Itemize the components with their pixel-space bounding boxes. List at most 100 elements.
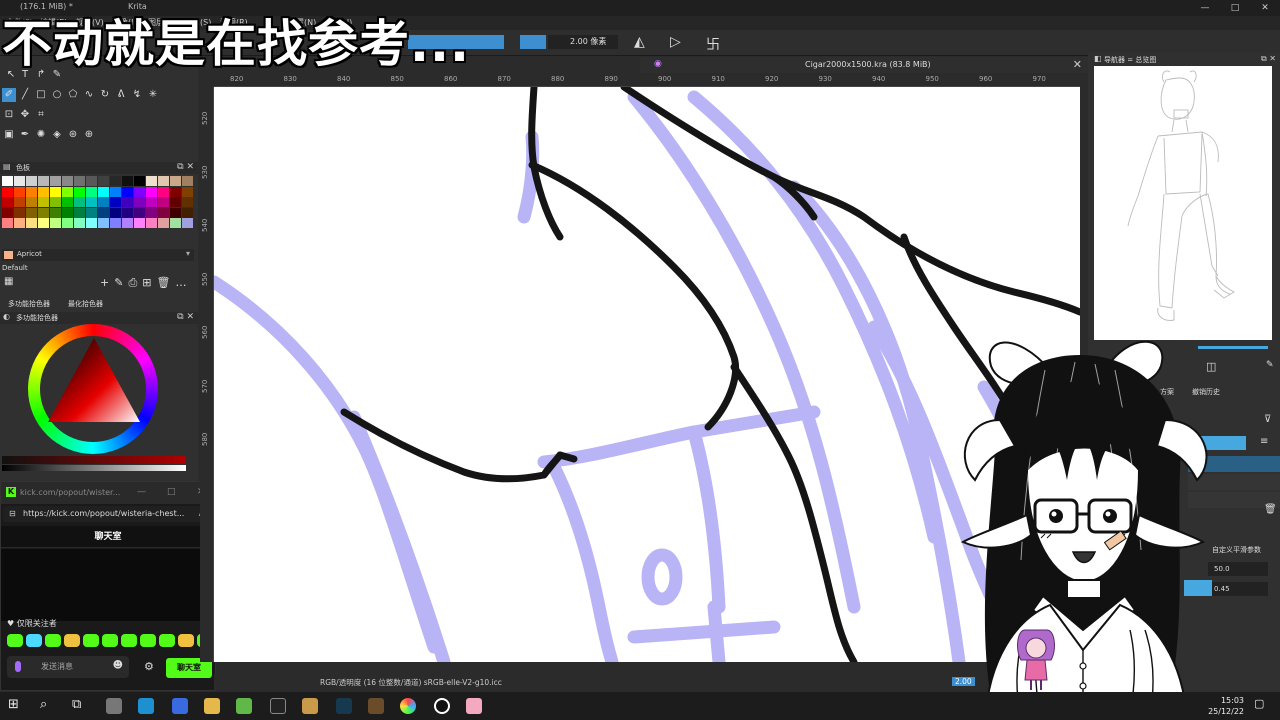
palette-swatch[interactable]	[98, 197, 109, 207]
address-url[interactable]: https://kick.com/popout/wisteria-chest..…	[23, 509, 184, 518]
menu-icon[interactable]: ≡	[1260, 436, 1268, 447]
palette-swatch[interactable]	[50, 197, 61, 207]
krita-app-icon[interactable]	[466, 698, 482, 714]
palette-swatch[interactable]	[110, 218, 121, 228]
palette-swatch[interactable]	[50, 218, 61, 228]
palette-grid-icon[interactable]: ▦	[4, 276, 13, 287]
palette-swatch[interactable]	[158, 218, 169, 228]
palette-swatch[interactable]	[62, 197, 73, 207]
file-explorer-icon[interactable]	[204, 698, 220, 714]
palette-swatch[interactable]	[170, 207, 181, 218]
obs-icon[interactable]	[434, 698, 450, 714]
crop-tool-icon[interactable]: ⌗	[34, 108, 48, 122]
delete-icon[interactable]: 🗑	[156, 276, 170, 290]
color-wheel[interactable]	[28, 324, 158, 454]
palette-swatch[interactable]	[14, 207, 25, 218]
grid-icon[interactable]: ⊞	[142, 276, 151, 290]
line-tool-icon[interactable]: ╱	[18, 88, 32, 102]
palette-swatch[interactable]	[86, 176, 97, 186]
selector-close-icon[interactable]: ⧉ ✕	[177, 312, 194, 322]
palette-swatch[interactable]	[74, 218, 85, 228]
palette-swatch[interactable]	[74, 176, 85, 186]
assistant-tool-icon[interactable]: ⊕	[82, 128, 96, 142]
save-icon[interactable]: ⎙	[128, 276, 137, 290]
brush-tool-icon[interactable]: ✐	[2, 88, 16, 102]
palette-swatch[interactable]	[14, 186, 25, 197]
palette-swatch[interactable]	[98, 207, 109, 218]
emote-icon[interactable]	[140, 634, 156, 647]
emote-icon[interactable]	[121, 634, 137, 647]
photoshop-icon[interactable]	[336, 698, 352, 714]
palette-swatch[interactable]	[50, 176, 61, 186]
palette-swatch[interactable]	[26, 197, 37, 207]
mirror-vertical-icon[interactable]: ▷	[670, 34, 681, 50]
enclose-fill-icon[interactable]: ⊛	[66, 128, 80, 142]
palette-swatch[interactable]	[170, 197, 181, 207]
palette-swatch[interactable]	[2, 176, 13, 186]
polygon-tool-icon[interactable]: ⬠	[66, 88, 80, 102]
stats-app-icon[interactable]	[172, 698, 188, 714]
palette-swatch[interactable]	[98, 176, 109, 186]
app-icon[interactable]	[368, 698, 384, 714]
palette-swatch[interactable]	[86, 186, 97, 197]
ellipse-tool-icon[interactable]: ○	[50, 88, 64, 102]
navigator-close-icon[interactable]: ⧉ ✕	[1261, 54, 1276, 64]
palette-swatch[interactable]	[158, 176, 169, 186]
smart-patch-icon[interactable]: ✺	[34, 128, 48, 142]
palette-swatch[interactable]	[98, 186, 109, 197]
tab-minimal-selector[interactable]: 最化拾色器	[68, 299, 103, 309]
palette-swatch[interactable]	[2, 197, 13, 207]
current-color-row[interactable]: Apricot ▾	[2, 249, 194, 261]
filter-icon[interactable]: ⊽	[1264, 414, 1271, 425]
chevron-down-icon[interactable]: ▾	[186, 249, 190, 258]
pin-icon[interactable]: ✎	[1266, 360, 1274, 370]
color-slider-value[interactable]	[2, 465, 186, 471]
palette-swatch[interactable]	[146, 218, 157, 228]
mirror-horizontal-icon[interactable]: ◭	[634, 34, 645, 50]
trash-icon[interactable]: 🗑	[1264, 504, 1277, 515]
emote-icon[interactable]	[178, 634, 194, 647]
dynamic-brush-icon[interactable]: ↯	[130, 88, 144, 102]
move-tool-icon[interactable]: ✥	[18, 108, 32, 122]
palette-swatch[interactable]	[146, 186, 157, 197]
task-view-icon[interactable]: ⧉	[72, 697, 81, 712]
palette-swatch[interactable]	[182, 176, 193, 186]
windows-start-icon[interactable]: ⊞	[8, 697, 19, 712]
multibrush-icon[interactable]: ✳	[146, 88, 160, 102]
search-icon[interactable]: ⌕	[40, 697, 47, 712]
emote-icon[interactable]	[45, 634, 61, 647]
emote-icon[interactable]	[7, 634, 23, 647]
drawing-canvas[interactable]	[214, 87, 1080, 662]
palette-swatch[interactable]	[110, 186, 121, 197]
palette-swatch[interactable]	[158, 186, 169, 197]
emoji-icon[interactable]: ☻	[113, 660, 123, 671]
palette-swatch[interactable]	[110, 197, 121, 207]
palette-close-icon[interactable]: ⧉ ✕	[177, 162, 194, 172]
palette-swatch[interactable]	[182, 197, 193, 207]
add-icon[interactable]: +	[100, 276, 109, 290]
gradient-tool-icon[interactable]: ▣	[2, 128, 16, 142]
palette-swatch[interactable]	[38, 218, 49, 228]
palette-swatch[interactable]	[50, 207, 61, 218]
palette-swatch[interactable]	[182, 207, 193, 218]
document-tab[interactable]: ◉ Cigar2000x1500.kra (83.8 MiB) ✕	[640, 57, 1088, 73]
chrome-icon[interactable]	[400, 698, 416, 714]
palette-swatch[interactable]	[62, 207, 73, 218]
size-slider-fill[interactable]	[520, 35, 546, 49]
palette-swatch[interactable]	[158, 207, 169, 218]
brush-size-field[interactable]: 2.00 像素	[548, 35, 618, 49]
palette-swatch[interactable]	[110, 176, 121, 186]
palette-swatch[interactable]	[170, 218, 181, 228]
edit-icon[interactable]: ✎	[114, 276, 123, 290]
color-picker-icon[interactable]: ✒	[18, 128, 32, 142]
palette-swatch[interactable]	[38, 186, 49, 197]
system-clock[interactable]: 15:03 25/12/22	[1204, 695, 1244, 717]
chat-input[interactable]: 发送消息 ☻	[7, 656, 129, 678]
palette-swatch[interactable]	[50, 186, 61, 197]
palette-swatch[interactable]	[134, 207, 145, 218]
palette-swatch[interactable]	[182, 218, 193, 228]
palette-swatch[interactable]	[134, 176, 145, 186]
bezier-tool-icon[interactable]: ↻	[98, 88, 112, 102]
palette-swatch[interactable]	[26, 207, 37, 218]
palette-swatch[interactable]	[62, 186, 73, 197]
